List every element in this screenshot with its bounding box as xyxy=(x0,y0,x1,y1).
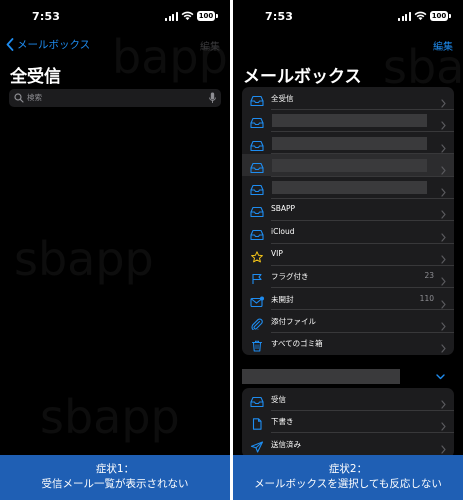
unread-envelope-icon xyxy=(250,293,264,307)
chevron-right-icon xyxy=(441,338,446,353)
tray-icon xyxy=(250,393,264,408)
chevron-right-icon xyxy=(441,93,446,108)
tray-icon xyxy=(250,203,264,218)
mailbox-row[interactable]: フラグ付き 23 xyxy=(242,265,454,288)
chevron-right-icon xyxy=(441,394,446,409)
search-icon xyxy=(14,93,24,103)
left-screenshot: bapp sbapp sbapp 7:53 100 メールボックス 編集 全受信… xyxy=(0,0,230,500)
microphone-icon[interactable] xyxy=(209,92,216,104)
mailbox-row[interactable]: 受信 xyxy=(242,388,454,411)
chevron-right-icon xyxy=(441,115,446,130)
mailbox-label: VIP xyxy=(271,249,283,259)
tray-icon xyxy=(250,114,264,129)
back-button-label: メールボックス xyxy=(17,38,91,51)
tray-icon xyxy=(250,181,264,196)
chevron-right-icon xyxy=(441,439,446,454)
mailbox-list: 全受信 SBAPP iCloud VIP フラグ付き 23 未開封 110 添付ファイル すべての… xyxy=(242,87,454,355)
mailbox-row[interactable] xyxy=(242,109,454,132)
paperplane-icon xyxy=(250,438,264,453)
wifi-icon xyxy=(181,11,194,21)
status-bar: 7:53 100 xyxy=(0,0,230,34)
search-placeholder: 検索 xyxy=(27,93,42,102)
cellular-signal-icon xyxy=(398,12,411,21)
tray-icon xyxy=(250,137,264,151)
chevron-right-icon xyxy=(441,416,446,431)
trash-icon xyxy=(250,337,264,352)
mailbox-row[interactable]: VIP xyxy=(242,243,454,266)
chevron-right-icon xyxy=(441,227,446,242)
mailbox-label: 添付ファイル xyxy=(271,316,316,326)
watermark-text: sbapp xyxy=(14,232,154,286)
mailbox-row[interactable]: SBAPP xyxy=(242,198,454,221)
mailbox-row[interactable]: 送信済み xyxy=(242,433,454,455)
chevron-right-icon xyxy=(441,294,446,309)
account-section-header-redacted[interactable] xyxy=(242,369,400,384)
redacted-mailbox-name xyxy=(272,181,427,195)
caption-heading: 症状2： xyxy=(328,463,368,475)
chevron-right-icon xyxy=(441,249,446,264)
right-screenshot: sbapp sbapp 7:53 100 編集 メールボックス 全受信SBAPP… xyxy=(233,0,463,500)
mailbox-label: 送信済み xyxy=(271,439,301,449)
watermark-text: sbapp xyxy=(40,390,180,444)
mailbox-count: 110 xyxy=(419,293,434,303)
chevron-down-icon[interactable] xyxy=(436,374,445,380)
tray-icon xyxy=(250,92,264,107)
mailbox-label: 全受信 xyxy=(271,94,294,103)
redacted-mailbox-name xyxy=(272,136,427,150)
page-title: 全受信 xyxy=(10,67,61,87)
chevron-right-icon xyxy=(441,271,446,286)
mailbox-row[interactable]: 下書き xyxy=(242,410,454,433)
mailbox-label: 受信 xyxy=(271,395,286,404)
status-bar: 7:53 100 xyxy=(233,0,463,34)
search-field[interactable]: 検索 xyxy=(9,89,221,107)
battery-icon: 100 xyxy=(430,11,451,21)
redacted-mailbox-name xyxy=(272,114,427,128)
mailbox-label: 下書き xyxy=(271,417,294,427)
mailbox-count: 23 xyxy=(424,271,434,281)
battery-icon: 100 xyxy=(197,11,218,21)
tray-icon xyxy=(250,159,264,173)
caption-heading: 症状1： xyxy=(95,463,135,475)
mailbox-row[interactable]: 未開封 110 xyxy=(242,288,454,310)
mailbox-label: 未開封 xyxy=(271,294,294,304)
redacted-mailbox-name xyxy=(272,158,427,172)
chevron-right-icon xyxy=(441,182,446,197)
mailbox-row[interactable] xyxy=(242,132,454,154)
chevron-right-icon xyxy=(441,138,446,153)
status-time: 7:53 xyxy=(32,10,61,23)
chevron-right-icon xyxy=(441,316,446,331)
wifi-icon xyxy=(414,11,427,21)
chevron-right-icon xyxy=(441,160,446,175)
mailbox-row[interactable]: すべてのゴミ箱 xyxy=(242,332,454,354)
mailbox-label: SBAPP xyxy=(271,204,296,214)
page-title: メールボックス xyxy=(243,67,362,87)
mailbox-label: フラグ付き xyxy=(271,272,309,282)
mailbox-label: すべてのゴミ箱 xyxy=(271,339,323,349)
document-icon xyxy=(250,415,264,431)
star-icon xyxy=(250,248,264,263)
chevron-right-icon xyxy=(441,204,446,220)
account-mailbox-list: 受信 下書き 送信済み xyxy=(242,388,454,458)
mailbox-row[interactable]: 添付ファイル xyxy=(242,310,454,333)
mailbox-row[interactable]: iCloud xyxy=(242,221,454,244)
flag-icon xyxy=(250,270,264,285)
edit-button[interactable]: 編集 xyxy=(433,38,453,53)
mailbox-row[interactable]: 全受信 xyxy=(242,87,454,110)
back-button[interactable]: メールボックス xyxy=(6,37,90,51)
chevron-left-icon xyxy=(6,37,14,51)
edit-button[interactable]: 編集 xyxy=(200,38,220,53)
paperclip-icon xyxy=(250,315,264,332)
symptom-1-caption: 症状1： 受信メール一覧が表示されない xyxy=(0,455,230,500)
status-time: 7:53 xyxy=(265,10,294,23)
tray-icon xyxy=(250,226,264,240)
mailbox-label: iCloud xyxy=(271,226,295,236)
caption-text: 受信メール一覧が表示されない xyxy=(41,478,189,490)
mailbox-row[interactable] xyxy=(242,176,454,199)
mailbox-row[interactable] xyxy=(242,153,454,177)
symptom-2-caption: 症状2： メールボックスを選択しても反応しない xyxy=(233,455,463,500)
caption-text: メールボックスを選択しても反応しない xyxy=(254,478,442,490)
cellular-signal-icon xyxy=(165,12,178,21)
